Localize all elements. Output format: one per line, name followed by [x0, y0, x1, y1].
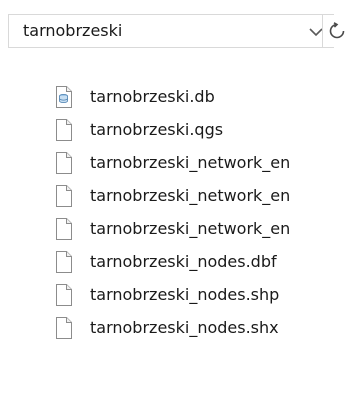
address-field[interactable]: tarnobrzeski [8, 14, 334, 48]
file-item[interactable]: tarnobrzeski_network_en [0, 148, 350, 181]
file-list: tarnobrzeski.db tarnobrzeski.qgs tarnobr… [0, 82, 350, 346]
file-item[interactable]: tarnobrzeski.db [0, 82, 350, 115]
file-name: tarnobrzeski_network_en [90, 219, 291, 238]
file-item[interactable]: tarnobrzeski_network_en [0, 181, 350, 214]
file-name: tarnobrzeski_nodes.shp [90, 285, 280, 304]
refresh-button[interactable] [322, 14, 350, 48]
file-icon [55, 284, 73, 306]
file-name: tarnobrzeski_nodes.shx [90, 318, 279, 337]
file-name: tarnobrzeski_network_en [90, 153, 291, 172]
file-name: tarnobrzeski.qgs [90, 120, 224, 139]
file-icon [55, 119, 73, 141]
file-item[interactable]: tarnobrzeski_network_en [0, 214, 350, 247]
file-icon [55, 317, 73, 339]
file-name: tarnobrzeski_nodes.dbf [90, 252, 277, 271]
address-path[interactable]: tarnobrzeski [23, 21, 122, 41]
file-item[interactable]: tarnobrzeski_nodes.shp [0, 280, 350, 313]
database-file-icon [55, 86, 73, 108]
file-icon [55, 152, 73, 174]
file-name: tarnobrzeski_network_en [90, 186, 291, 205]
file-icon [55, 185, 73, 207]
file-icon [55, 218, 73, 240]
file-name: tarnobrzeski.db [90, 87, 215, 106]
file-icon [55, 251, 73, 273]
file-item[interactable]: tarnobrzeski_nodes.dbf [0, 247, 350, 280]
file-item[interactable]: tarnobrzeski_nodes.shx [0, 313, 350, 346]
address-bar: tarnobrzeski [0, 0, 350, 62]
file-item[interactable]: tarnobrzeski.qgs [0, 115, 350, 148]
